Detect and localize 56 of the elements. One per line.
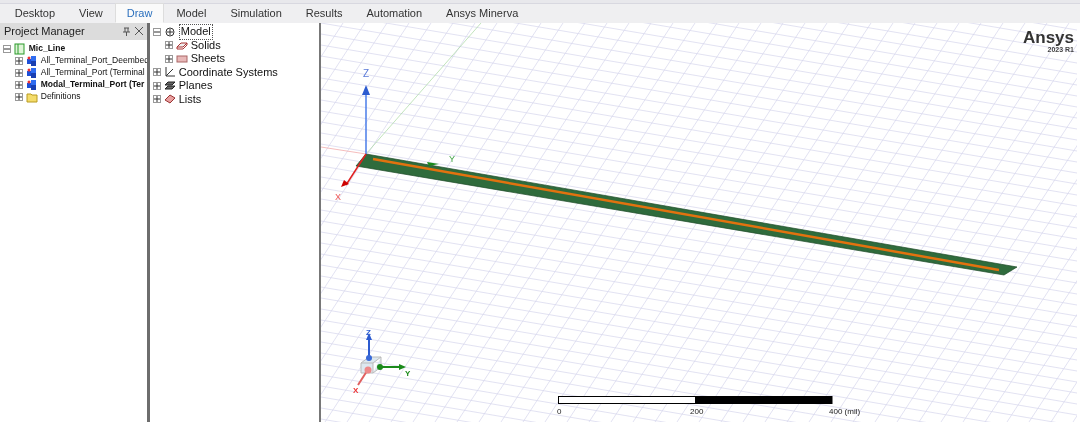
axes-icon xyxy=(163,66,176,79)
x-axis-arrow xyxy=(341,153,367,187)
y-axis-arrow xyxy=(427,162,439,166)
scale-label: 400 (mil) xyxy=(829,407,861,416)
ribbon-tab[interactable]: Draw xyxy=(114,3,165,23)
tree-item[interactable]: Solids xyxy=(190,38,221,52)
expand-toggle[interactable] xyxy=(14,68,23,77)
triad-label: Z xyxy=(366,328,371,337)
expand-toggle[interactable] xyxy=(152,95,161,104)
expand-toggle[interactable] xyxy=(152,68,161,77)
expand-toggle[interactable] xyxy=(14,92,23,101)
tree-item[interactable]: Definitions xyxy=(40,90,81,104)
tree-item[interactable]: Coordinate Systems xyxy=(178,65,278,79)
triad-label: X xyxy=(353,386,359,395)
project-icon xyxy=(13,42,26,55)
pin-icon[interactable] xyxy=(122,27,130,36)
tree-item[interactable]: Planes xyxy=(178,79,213,93)
panel-title: Project Manager xyxy=(4,24,85,39)
ribbon-tab[interactable]: Results xyxy=(293,3,355,23)
triad-drawing xyxy=(357,333,406,386)
scale-label: 0 xyxy=(557,407,562,416)
scale-label: 200 xyxy=(690,407,704,416)
expand-toggle[interactable] xyxy=(164,54,173,63)
ribbon-tab[interactable]: Desktop xyxy=(2,3,68,23)
axis-label: Z xyxy=(363,68,370,79)
axis-label: Y xyxy=(449,154,455,164)
tree-item[interactable]: All_Terminal_Port (Terminal xyxy=(40,66,145,80)
ribbon-tab[interactable]: View xyxy=(67,3,115,23)
ribbon-tab[interactable]: Ansys Minerva xyxy=(434,3,531,23)
planes-icon xyxy=(163,79,176,92)
z-axis-arrow xyxy=(362,85,370,155)
ribbon-tab[interactable]: Simulation xyxy=(218,3,294,23)
sheet-icon xyxy=(175,52,188,65)
ribbon-tab[interactable]: Automation xyxy=(354,3,435,23)
tree-item[interactable]: Lists xyxy=(178,92,202,106)
axis-label: X xyxy=(335,192,341,202)
cubes-icon xyxy=(25,78,38,91)
tree-item[interactable]: Model xyxy=(178,24,213,40)
list-icon xyxy=(163,93,176,106)
solid-icon xyxy=(175,39,188,52)
triad-label: Y xyxy=(405,369,411,378)
folder-icon xyxy=(25,90,38,103)
tree-item[interactable]: Sheets xyxy=(190,52,225,66)
cubes-icon xyxy=(25,66,38,79)
expand-toggle[interactable] xyxy=(2,44,11,53)
expand-toggle[interactable] xyxy=(152,81,161,90)
expand-toggle[interactable] xyxy=(152,27,161,36)
cubes-icon xyxy=(25,54,38,67)
close-icon[interactable] xyxy=(135,27,143,35)
expand-toggle[interactable] xyxy=(164,41,173,50)
ribbon-tab[interactable]: Model xyxy=(164,3,219,23)
logo-text: Ansys xyxy=(1022,29,1074,46)
expand-toggle[interactable] xyxy=(14,80,23,89)
tree-item[interactable]: Mic_Line xyxy=(28,42,66,56)
expand-toggle[interactable] xyxy=(14,56,23,65)
tree-item[interactable]: Modal_Terminal_Port (Ter xyxy=(40,78,145,92)
